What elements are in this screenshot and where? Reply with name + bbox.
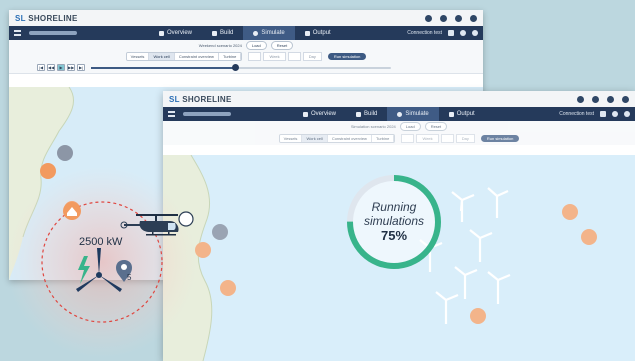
project-name[interactable] [29,31,77,35]
playback-row: |◀ ◀◀ ▶ ▶▶ ▶| [9,62,483,74]
view-segmented-control: Vessels Work cell Constraint overview Tu… [278,134,396,143]
grid-icon [356,111,362,117]
house-marker[interactable] [220,280,236,296]
pager-week[interactable]: Week [416,134,439,143]
tab-simulate[interactable]: Simulate [387,107,439,121]
logout-icon[interactable] [622,95,629,103]
document-icon [159,30,164,36]
vessel-marker-2[interactable] [581,229,597,245]
period-pager: Week Day [401,134,475,143]
grid-icon [212,30,218,36]
chart-icon [448,111,454,117]
app-logo[interactable]: SL SHORELINE [169,95,232,104]
view-vessels[interactable]: Vessels [126,53,150,60]
bell-icon[interactable] [624,111,630,117]
scenario-caption: Weekend scenario 2024 [198,43,242,48]
skip-start-button[interactable]: |◀ [37,64,45,71]
view-segmented-control: Vessels Work cell Constraint overview Tu… [125,52,243,61]
reset-button[interactable]: Reset [270,41,294,50]
tab-overview[interactable]: Overview [149,26,202,40]
clock-icon [253,30,259,36]
bell-icon[interactable] [472,30,478,36]
simulation-progress: Running simulations 75% [346,174,442,270]
port-marker[interactable] [40,163,56,179]
reset-button[interactable]: Reset [424,122,448,131]
main-nav: Overview Build Simulate Output Connectio… [9,26,483,40]
timeline-knob[interactable] [231,63,239,71]
view-turbine[interactable]: Turbine [218,53,242,60]
settings-icon[interactable] [440,14,447,22]
connection-status: Connection test [407,30,442,36]
chart-icon [304,30,310,36]
skip-end-button[interactable]: ▶| [77,64,85,71]
load-button[interactable]: Load [245,41,267,50]
view-work-cell[interactable]: Work cell [302,135,328,142]
menu-icon[interactable] [168,111,175,117]
pager-day[interactable]: Day [455,134,475,143]
view-row: Vessels Work cell Constraint overview Tu… [9,51,483,62]
power-output-label: 2500 kW [79,236,123,248]
settings-icon[interactable] [592,95,599,103]
pager-prev[interactable] [401,134,415,143]
app-logo[interactable]: SL SHORELINE [15,14,78,23]
project-name[interactable] [183,112,231,116]
progress-percent: 75% [380,228,408,243]
tab-simulate[interactable]: Simulate [243,26,295,40]
scenario-caption: Simulation scenario 2024 [350,124,396,129]
connection-status: Connection test [559,111,594,117]
timeline-fill [91,66,235,69]
main-nav: Overview Build Simulate Output Connectio… [163,107,635,121]
tab-overview[interactable]: Overview [293,107,346,121]
grid-view-icon[interactable] [448,30,454,36]
work-marker[interactable] [470,308,486,324]
timeline-slider[interactable] [91,63,391,71]
tab-build[interactable]: Build [202,26,243,40]
grid-view-icon[interactable] [600,111,606,117]
clock-icon [397,111,403,117]
rewind-button[interactable]: ◀◀ [47,64,55,71]
user-icon[interactable] [607,95,614,103]
pager-mid[interactable] [287,52,301,61]
port-marker[interactable] [195,242,211,258]
anchor-marker[interactable] [57,145,73,161]
close-circle-icon[interactable] [612,111,618,117]
view-turbine[interactable]: Turbine [371,135,395,142]
scenario-row: Weekend scenario 2024 Load Reset [9,40,483,51]
pager-day[interactable]: Day [302,52,322,61]
play-button[interactable]: ▶ [57,64,65,71]
fast-forward-button[interactable]: ▶▶ [67,64,75,71]
simulations-label: simulations [363,214,425,228]
menu-icon[interactable] [14,30,21,36]
view-constraint-overview[interactable]: Constraint overview [327,135,372,142]
pager-mid[interactable] [440,134,454,143]
view-row: Vessels Work cell Constraint overview Tu… [163,132,635,145]
run-simulation-button[interactable]: Run simulation [327,53,367,60]
logout-icon[interactable] [470,14,477,22]
house-marker[interactable] [64,201,80,217]
view-constraint-overview[interactable]: Constraint overview [174,53,219,60]
view-work-cell[interactable]: Work cell [149,53,175,60]
user-icon[interactable] [455,14,462,22]
tab-build[interactable]: Build [346,107,387,121]
period-pager: Week Day [248,52,322,61]
pager-week[interactable]: Week [263,52,286,61]
brand-bar: SL SHORELINE [163,91,635,107]
load-button[interactable]: Load [399,122,421,131]
anchor-marker[interactable] [212,224,228,240]
run-simulation-button[interactable]: Run simulation [480,135,520,142]
document-icon [303,111,308,117]
help-icon[interactable] [577,95,584,103]
scenario-row: Simulation scenario 2024 Load Reset [163,121,635,132]
pager-prev[interactable] [248,52,262,61]
help-icon[interactable] [425,14,432,22]
vessel-marker[interactable] [562,204,578,220]
running-label: Running [371,200,417,214]
close-circle-icon[interactable] [460,30,466,36]
tab-output[interactable]: Output [439,107,485,121]
tab-output[interactable]: Output [295,26,341,40]
view-vessels[interactable]: Vessels [279,135,303,142]
brand-bar: SL SHORELINE [9,10,483,26]
